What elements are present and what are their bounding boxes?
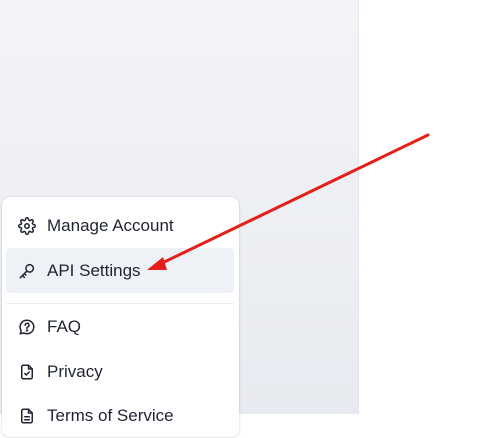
menu-item-manage-account[interactable]: Manage Account <box>6 203 234 248</box>
account-menu: Manage Account API Settings FAQ Privacy … <box>2 197 239 437</box>
document-icon <box>18 407 36 425</box>
menu-item-terms-of-service[interactable]: Terms of Service <box>6 393 234 438</box>
help-bubble-icon <box>18 318 36 336</box>
gear-icon <box>18 216 36 235</box>
menu-item-label: FAQ <box>47 316 82 336</box>
key-icon <box>18 262 36 280</box>
menu-item-faq[interactable]: FAQ <box>6 304 234 349</box>
menu-item-privacy[interactable]: Privacy <box>6 349 234 394</box>
menu-item-label: API Settings <box>47 260 141 280</box>
menu-item-label: Terms of Service <box>47 405 174 425</box>
menu-item-api-settings[interactable]: API Settings <box>6 248 234 293</box>
menu-item-label: Privacy <box>47 361 103 381</box>
document-check-icon <box>18 363 36 381</box>
menu-item-label: Manage Account <box>47 215 174 235</box>
